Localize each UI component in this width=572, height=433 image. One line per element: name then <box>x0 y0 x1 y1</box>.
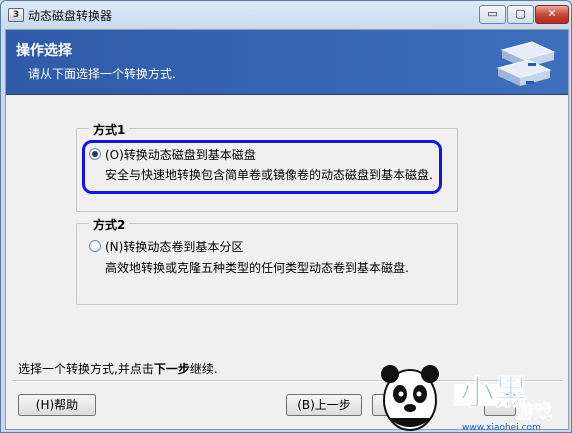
instruction-suffix: 继续. <box>189 362 218 376</box>
window-title: 动态磁盘转换器 <box>28 9 113 23</box>
watermark-url: www.xiaohei.com <box>462 423 541 433</box>
disk-convert-icon <box>496 41 556 86</box>
page-title: 操作选择 <box>16 43 72 59</box>
instruction-next-keyword: 下一步 <box>153 362 190 376</box>
app-icon[interactable]: 3 <box>8 8 24 22</box>
option-2-description: 高效地转换或克隆五种类型的任何类型动态卷到基本磁盘. <box>105 261 409 275</box>
title-bar[interactable]: 3 动态磁盘转换器 ▭ ▢ ✕ <box>1 1 571 29</box>
instruction-prefix: 选择一个转换方式,并点击 <box>18 362 154 376</box>
option-1-radio[interactable] <box>89 148 101 160</box>
option-group-1-label: 方式1 <box>89 121 130 138</box>
option-1-description: 安全与快速地转换包含简单卷或镜像卷的动态磁盘到基本磁盘. <box>105 168 433 182</box>
option-2-label[interactable]: (N)转换动态卷到基本分区 <box>105 238 243 255</box>
maximize-button[interactable]: ▢ <box>507 5 534 24</box>
back-button[interactable]: (B)上一步 <box>286 394 362 416</box>
option-1-label[interactable]: (O)转换动态磁盘到基本磁盘 <box>105 146 256 163</box>
site-watermark-logo: 小黑 游戏 www.xiaohei.com <box>381 365 552 433</box>
radio-selected-dot <box>92 151 98 157</box>
page-subtitle: 请从下面选择一个转换方式. <box>28 67 176 81</box>
close-button[interactable]: ✕ <box>535 5 569 24</box>
minimize-button[interactable]: ▭ <box>479 5 506 24</box>
watermark-sub-text: 游戏 <box>516 401 552 423</box>
option-2-radio[interactable] <box>89 240 101 252</box>
wizard-header: 操作选择 请从下面选择一个转换方式. <box>6 30 568 95</box>
instruction-text: 选择一个转换方式,并点击下一步继续. <box>18 360 218 377</box>
option-group-2-label: 方式2 <box>89 216 130 233</box>
help-button[interactable]: (H)帮助 <box>18 394 96 416</box>
